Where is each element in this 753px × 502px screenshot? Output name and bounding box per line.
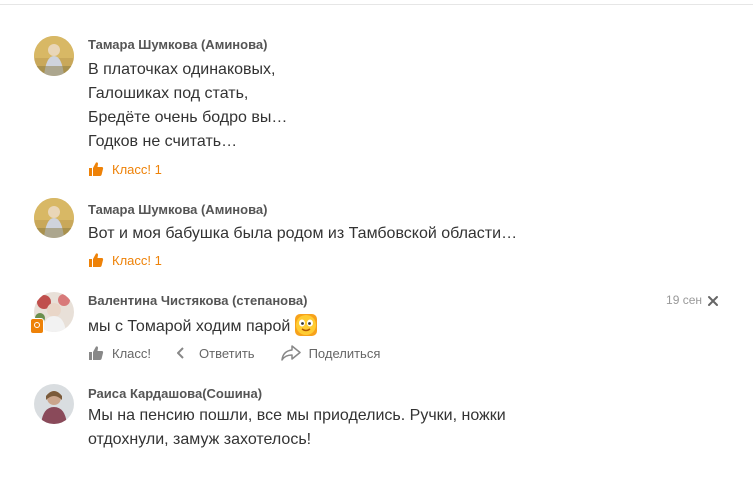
author-name[interactable]: Тамара Шумкова (Аминова) [88,37,267,52]
avatar[interactable] [34,384,74,424]
class-button[interactable]: Класс! 1 [88,252,162,268]
author-name[interactable]: Раиса Кардашова(Сошина) [88,386,262,401]
comment-time: 19 сен [666,293,702,307]
top-divider [0,4,753,5]
share-arrow-icon [280,345,301,361]
comment-line: Годков не считать… [88,133,238,150]
comment-text: Мы на пенсию пошли, все мы приоделись. Р… [88,404,506,452]
class-label: Класс! 1 [112,252,162,268]
comment-line: Мы на пенсию пошли, все мы приоделись. Р… [88,407,506,424]
comment-line: Вот и моя бабушка была родом из Тамбовск… [88,225,518,242]
comment-actions: Класс! 1 [88,160,188,178]
class-label: Класс! 1 [112,161,162,177]
comment-actions: Класс! 1 [88,251,188,269]
reply-arrow-icon [177,347,184,359]
share-label: Поделиться [308,345,381,361]
close-icon[interactable] [707,295,719,307]
avatar[interactable] [34,36,74,76]
comment-line: отдохнули, замуж захотелось! [88,431,312,448]
comment-text: В платочках одинаковых, Галошиках под ст… [88,58,287,154]
thumbs-up-icon [89,162,104,176]
author-name[interactable]: Тамара Шумкова (Аминова) [88,202,267,217]
class-label: Класс! [112,345,151,361]
comment-actions: Класс! Ответить Поделиться [88,344,406,362]
ok-online-badge-icon [30,318,44,334]
thumbs-up-icon [89,346,104,360]
class-button[interactable]: Класс! [88,345,151,361]
class-button[interactable]: Класс! 1 [88,161,162,177]
avatar[interactable] [34,198,74,238]
author-name[interactable]: Валентина Чистякова (степанова) [88,293,308,308]
reply-button[interactable]: Ответить [177,346,255,361]
comment-line: мы с Томарой ходим парой [88,318,291,335]
comment-text: Вот и моя бабушка была родом из Тамбовск… [88,222,517,246]
share-button[interactable]: Поделиться [280,345,381,361]
comment-text: мы с Томарой ходим парой [88,313,318,339]
comment-line: Галошиках под стать, [88,85,249,102]
reply-label: Ответить [199,345,255,361]
comment-line: Бредёте очень бодро вы… [88,109,288,126]
smiley-emoji-icon [294,313,318,337]
thumbs-up-icon [89,253,104,267]
comment-line: В платочках одинаковых, [88,61,276,78]
